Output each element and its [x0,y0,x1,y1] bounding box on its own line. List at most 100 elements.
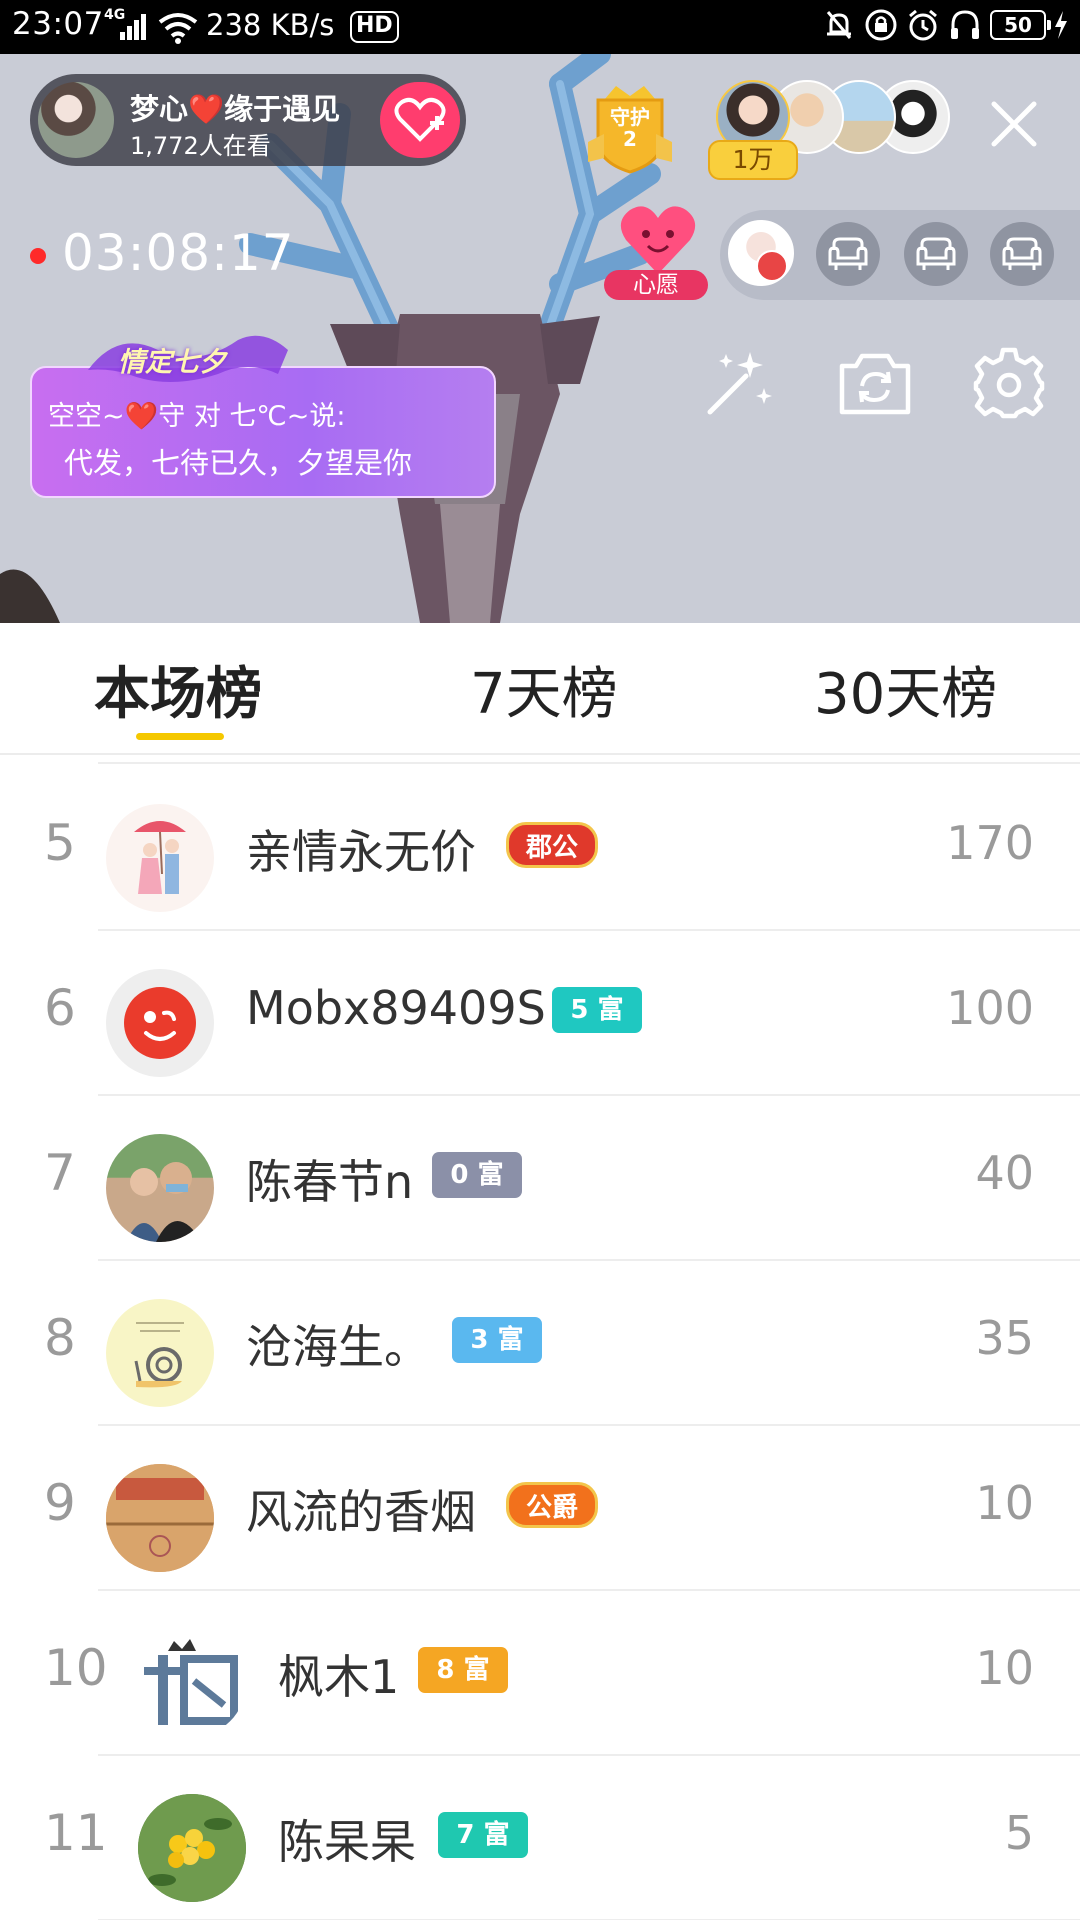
live-indicator-dot [30,248,46,264]
network-speed: 238 KB/s [206,8,335,42]
user-avatar[interactable] [106,969,214,1077]
contribution-score: 170 [946,816,1034,870]
leaderboard-row[interactable]: 5 亲情永无价 郡公 170 [0,766,1080,931]
user-avatar[interactable] [106,1134,214,1242]
top-fan-badge: 1万 [708,140,798,180]
snail-avatar-icon [134,1322,184,1388]
leaderboard-row[interactable]: 10 枫木1 8 富 10 [0,1591,1080,1756]
guest-seats [720,210,1080,300]
seat-badge-icon [756,250,788,282]
rank-number: 5 [44,814,76,872]
banner-line-1: 空空~❤️守 对 七℃~说: [48,401,346,432]
maple-character-avatar-icon [144,1639,238,1725]
sofa-icon [828,237,868,270]
contribution-score: 35 [975,1311,1034,1365]
user-avatar[interactable] [106,804,214,912]
user-name: 陈春节n [246,1155,414,1209]
signal-icon [120,14,146,40]
status-bar: 23:07 4G 238 KB/s HD 50 [0,0,1080,54]
flower-avatar-icon [138,1794,246,1902]
noble-title-badge: 郡公 [506,822,598,868]
hd-icon: HD [350,11,399,43]
default-avatar-icon [124,987,196,1059]
user-name: 枫木1 [278,1650,400,1704]
rank-number: 8 [44,1309,76,1367]
beauty-magic-wand-icon[interactable] [700,344,778,422]
guard-badge[interactable]: 守护 2 [584,82,676,174]
guard-label: 守护 [610,105,650,129]
charging-icon [1055,11,1067,39]
live-video-area[interactable]: 梦心❤️缘于遇见 1,772人在看 守护 2 1万 03:08:17 心愿 情定… [0,54,1080,623]
contribution-score: 100 [946,981,1034,1035]
wealth-level-badge: 8 富 [418,1647,508,1693]
qixi-message-banner[interactable]: 情定七夕 空空~❤️守 对 七℃~说: 代发，七待已久，夕望是你 [30,335,496,498]
host-name: 梦心❤️缘于遇见 [130,92,341,126]
leaderboard-row[interactable]: 6 Mobx89409S 5 富 100 [0,931,1080,1096]
contribution-score: 5 [1004,1806,1034,1860]
wealth-level-badge: 3 富 [452,1317,542,1363]
contribution-score: 10 [975,1476,1034,1530]
divider [98,762,1080,764]
lock-rotation-icon [865,9,897,41]
sofa-icon [916,237,956,270]
follow-button[interactable] [380,82,460,158]
cigarette-box-icon [106,1464,214,1572]
heart-plus-icon [394,97,446,142]
top-viewers[interactable]: 1万 [708,80,950,180]
settings-gear-icon[interactable] [970,344,1048,422]
flip-camera-icon[interactable] [836,344,914,422]
noble-title-badge: 公爵 [506,1482,598,1528]
wealth-level-badge: 7 富 [438,1812,528,1858]
banner-line-2: 代发，七待已久，夕望是你 [64,446,413,480]
tab-30-days[interactable]: 30天榜 [814,649,997,730]
sofa-icon [1002,237,1042,270]
user-avatar[interactable] [106,1299,214,1407]
rank-number: 11 [44,1804,108,1862]
user-name: 亲情永无价 [246,825,476,879]
battery-icon: 50 [990,10,1051,40]
wish-button[interactable]: 心愿 [604,204,708,302]
close-icon[interactable] [986,96,1042,152]
user-name: 沧海生。 [246,1320,430,1374]
wealth-level-badge: 5 富 [552,987,642,1033]
couple-illustration-icon [134,821,186,894]
leaderboard-row[interactable]: 7 陈春节n 0 富 40 [0,1096,1080,1261]
status-time: 23:07 [12,6,104,42]
leaderboard-list[interactable]: 5 亲情永无价 郡公 170 6 Mobx89409S 5 富 100 7 陈春… [0,760,1080,1920]
wifi-icon [158,13,198,44]
user-avatar[interactable] [138,1629,246,1737]
photo-avatar-icon [126,1162,202,1242]
rank-number: 10 [44,1639,108,1697]
live-timer: 03:08:17 [62,224,295,282]
rank-number: 6 [44,979,76,1037]
tab-this-session[interactable]: 本场榜 [94,649,262,730]
alarm-icon [909,9,937,41]
wealth-level-badge: 0 富 [432,1152,522,1198]
user-avatar[interactable] [138,1794,246,1902]
user-avatar[interactable] [106,1464,214,1572]
wish-label: 心愿 [604,270,708,300]
user-name: Mobx89409S [246,981,546,1035]
contribution-score: 40 [975,1146,1034,1200]
contribution-score: 10 [975,1641,1034,1695]
tab-7-days[interactable]: 7天榜 [470,649,618,730]
empty-seat[interactable] [816,222,880,286]
empty-seat[interactable] [904,222,968,286]
leaderboard-tabs: 本场榜 7天榜 30天榜 [0,623,1080,755]
leaderboard-row[interactable]: 9 风流的香烟 公爵 10 [0,1426,1080,1591]
banner-tag: 情定七夕 [88,330,288,384]
empty-seat[interactable] [990,222,1054,286]
user-name: 风流的香烟 [246,1485,476,1539]
banner-tag-text: 情定七夕 [118,347,226,378]
smiling-heart-icon [620,206,696,274]
host-info-pill[interactable]: 梦心❤️缘于遇见 1,772人在看 [30,74,466,166]
user-name: 陈杲杲 [278,1815,416,1869]
rank-number: 9 [44,1474,76,1532]
leaderboard-row[interactable]: 11 陈杲杲 7 富 5 [0,1756,1080,1920]
mute-bell-icon [826,11,852,39]
viewer-count: 1,772人在看 [130,132,271,160]
rank-number: 7 [44,1144,76,1202]
host-avatar[interactable] [38,82,114,158]
leaderboard-row[interactable]: 8 沧海生。 3 富 35 [0,1261,1080,1426]
headphones-icon [951,10,979,39]
